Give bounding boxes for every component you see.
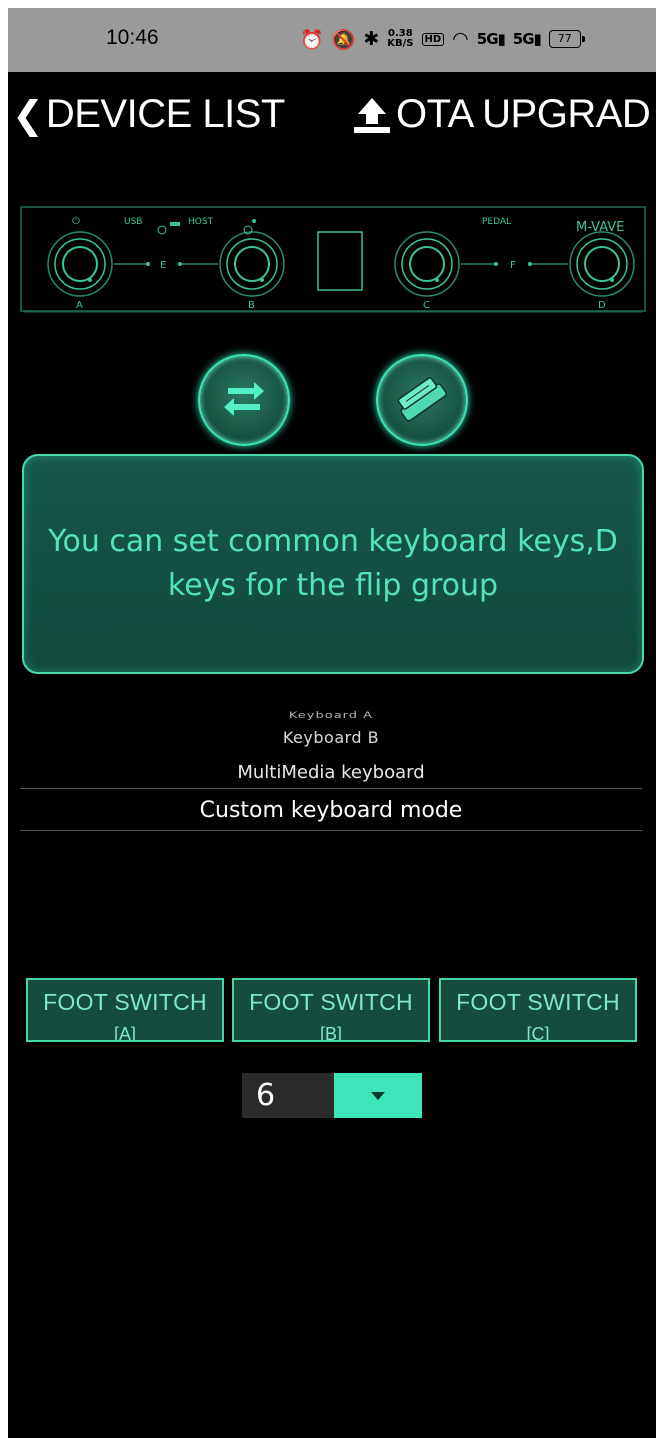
foot-switch-label: FOOT SWITCH	[43, 989, 207, 1015]
info-text: You can set common keyboard keys,D keys …	[48, 524, 618, 603]
mute-icon: 🔕	[331, 28, 356, 51]
foot-switch-key: [A]	[113, 1024, 136, 1042]
swap-arrows-icon	[224, 382, 264, 416]
status-time: 10:46	[106, 26, 159, 49]
foot-switch-b-button[interactable]: FOOT SWITCH [B]	[232, 978, 430, 1042]
picker-option-keyboard-b[interactable]: Keyboard B	[20, 728, 642, 747]
chevron-left-icon: ❮	[12, 92, 44, 137]
status-icons: ⏰ 🔕 ✱ 0.38 KB/S HD ◠ 5G▮ 5G▮ 77	[300, 25, 585, 53]
expression-pedal-button[interactable]	[376, 354, 468, 446]
foot-switch-key: [B]	[319, 1024, 342, 1042]
foot-switch-c-button[interactable]: FOOT SWITCH [C]	[439, 978, 637, 1042]
signal-1: 5G▮	[476, 30, 506, 48]
ota-upgrade-label: OTA UPGRAD	[396, 92, 651, 136]
device-label-a: A	[76, 300, 83, 311]
upload-icon	[354, 97, 390, 133]
device-label-e: E	[160, 260, 166, 271]
pedal-device-image: ⏻ USB HOST PEDAL M-VAVE A B C D E F	[20, 206, 646, 313]
bluetooth-icon: ✱	[363, 28, 380, 50]
info-panel: You can set common keyboard keys,D keys …	[22, 454, 644, 674]
svg-text:⏻: ⏻	[72, 216, 80, 227]
flip-mode-button[interactable]	[198, 354, 290, 446]
signal-2: 5G▮	[512, 30, 542, 48]
device-label-f: F	[510, 260, 516, 271]
device-label-brand: M-VAVE	[576, 220, 624, 235]
net-speed: 0.38 KB/S	[387, 29, 413, 49]
foot-switch-label: FOOT SWITCH	[249, 989, 413, 1015]
expression-pedal-icon	[397, 377, 447, 422]
ota-upgrade-button[interactable]: OTA UPGRAD	[352, 92, 651, 137]
alarm-icon: ⏰	[300, 28, 324, 51]
foot-switch-label: FOOT SWITCH	[456, 989, 620, 1015]
status-bar: 10:46 ⏰ 🔕 ✱ 0.38 KB/S HD ◠ 5G▮ 5G▮ 77	[8, 8, 656, 72]
foot-switch-a-button[interactable]: FOOT SWITCH [A]	[26, 978, 224, 1042]
foot-switch-key: [C]	[526, 1024, 550, 1042]
app-screen: 10:46 ⏰ 🔕 ✱ 0.38 KB/S HD ◠ 5G▮ 5G▮ 77 ❮ …	[8, 8, 656, 1438]
device-list-label: DEVICE LIST	[45, 92, 286, 136]
device-label-usb: USB	[124, 217, 142, 227]
dropdown-value: 6	[242, 1073, 334, 1118]
value-dropdown[interactable]: 6	[242, 1073, 422, 1118]
device-label-host: HOST	[188, 217, 214, 227]
battery-icon: 77	[548, 30, 585, 48]
picker-divider-bottom	[20, 830, 642, 831]
picker-option-multimedia[interactable]: MultiMedia keyboard	[20, 762, 642, 783]
picker-option-keyboard-a[interactable]: Keyboard A	[20, 710, 642, 721]
device-list-button[interactable]: ❮ DEVICE LIST	[12, 92, 285, 137]
picker-divider-top	[20, 788, 642, 789]
device-label-d: D	[598, 300, 606, 311]
device-label-pedal: PEDAL	[482, 217, 511, 227]
picker-selected-option[interactable]: Custom keyboard mode	[20, 798, 642, 823]
hd-badge: HD	[421, 32, 445, 46]
chevron-down-icon[interactable]	[334, 1073, 422, 1118]
wifi-icon: ◠	[452, 28, 469, 50]
net-speed-unit: KB/S	[387, 38, 414, 49]
device-label-b: B	[248, 300, 255, 311]
device-label-c: C	[423, 300, 430, 311]
